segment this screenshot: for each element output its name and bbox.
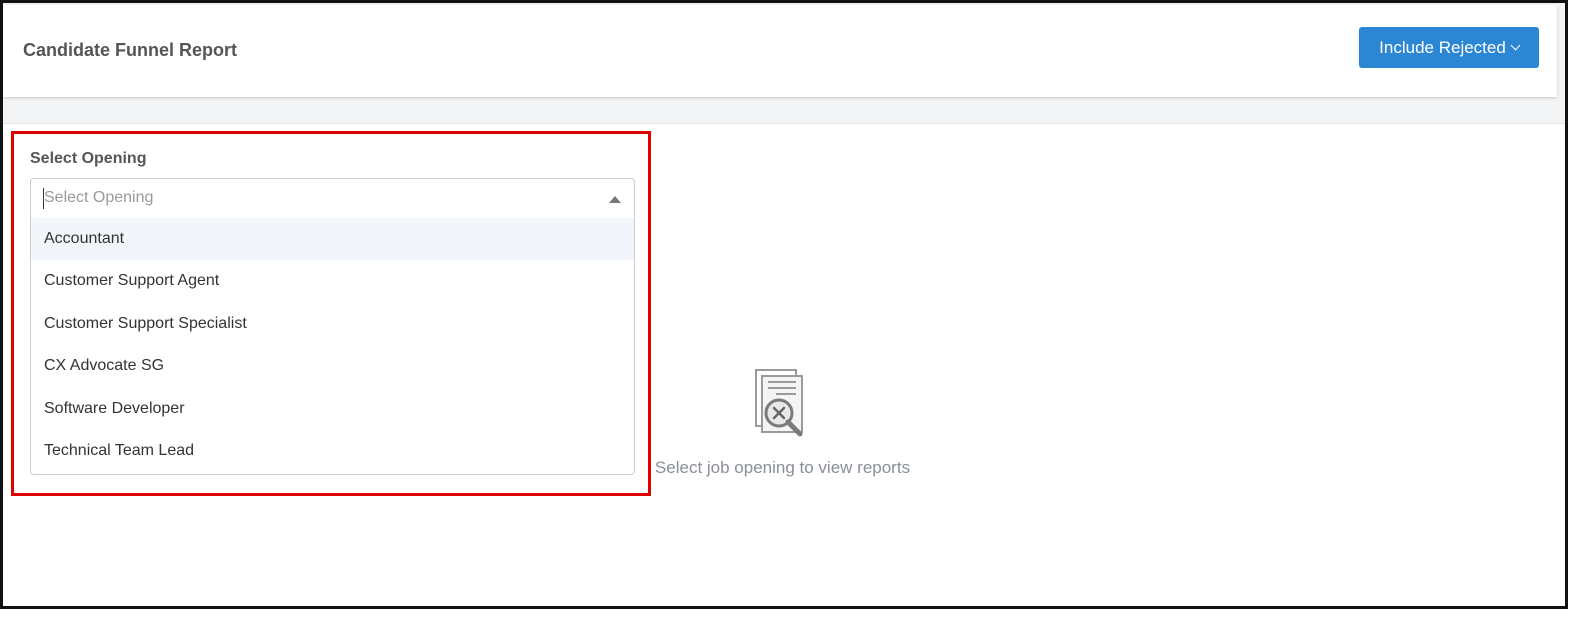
option-cx-advocate-sg[interactable]: CX Advocate SG (31, 345, 634, 387)
opening-dropdown-list: Accountant Customer Support Agent Custom… (30, 218, 635, 475)
opening-select[interactable]: Select Opening (30, 178, 635, 219)
page-title: Candidate Funnel Report (23, 40, 238, 60)
include-rejected-button[interactable]: Include Rejected (1359, 27, 1539, 68)
opening-select-placeholder[interactable]: Select Opening (44, 189, 153, 207)
chevron-down-icon (1510, 40, 1521, 51)
empty-state: Select job opening to view reports (645, 368, 920, 483)
include-rejected-label: Include Rejected (1379, 37, 1506, 57)
option-technical-team-lead[interactable]: Technical Team Lead (31, 430, 634, 472)
document-search-x-icon (755, 369, 803, 437)
select-opening-label: Select Opening (30, 150, 147, 167)
option-customer-support-agent[interactable]: Customer Support Agent (31, 260, 634, 302)
option-customer-support-specialist[interactable]: Customer Support Specialist (31, 303, 634, 345)
empty-state-message: Select job opening to view reports (654, 458, 911, 477)
caret-up-icon[interactable] (609, 196, 621, 203)
report-header: Candidate Funnel Report Include Rejected (3, 5, 1557, 97)
option-accountant[interactable]: Accountant (31, 218, 634, 261)
option-software-developer[interactable]: Software Developer (31, 388, 634, 430)
